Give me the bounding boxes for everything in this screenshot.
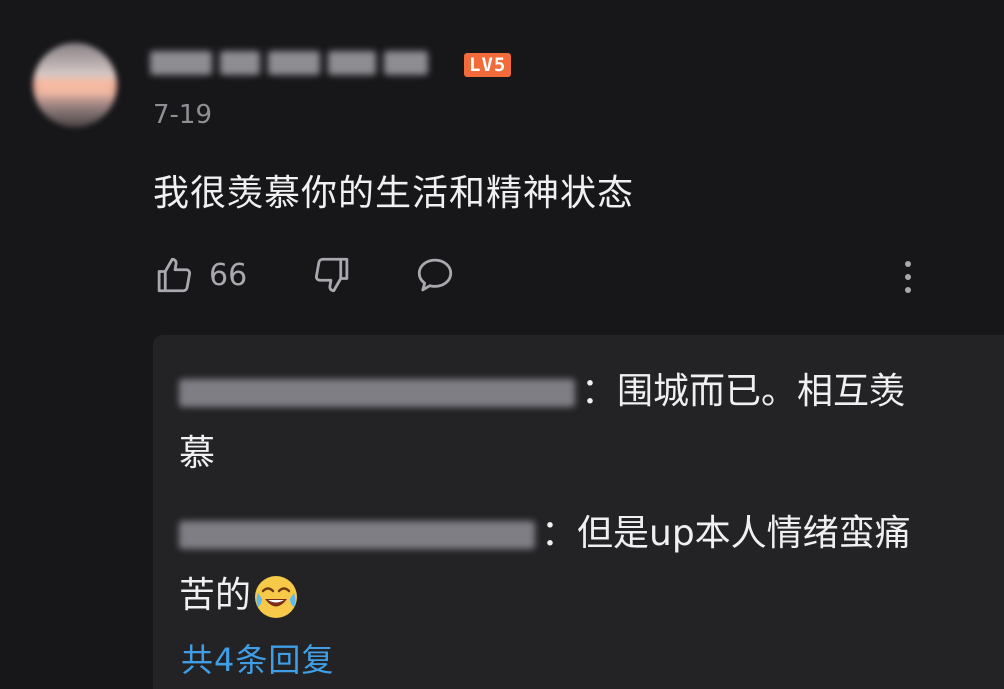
dislike-icon [311, 254, 353, 296]
more-options-button[interactable] [893, 257, 923, 297]
comment-text: 我很羡慕你的生活和精神状态 [153, 173, 635, 214]
reply-username-redacted[interactable] [179, 521, 535, 549]
reply-text-line1: ：围城而已。相互羡 [581, 371, 906, 412]
reply-item[interactable]: ：围城而已。相互羡 慕 [179, 361, 959, 485]
reply-item[interactable]: ：但是up本人情绪蛮痛 苦的 [179, 503, 959, 627]
reply-username-redacted[interactable] [179, 379, 575, 407]
reply-text-line2: 慕 [179, 433, 216, 474]
reply-text-line2: 苦的 [179, 575, 252, 616]
like-count: 66 [209, 257, 248, 293]
username-redacted[interactable] [150, 48, 440, 78]
like-button[interactable]: 66 [153, 254, 247, 296]
comment-screen: LV5 7-19 我很羡慕你的生活和精神状态 66 ：围城而已。相互羡 慕 ：但… [0, 0, 1004, 689]
more-vertical-icon [903, 259, 913, 295]
reply-icon [414, 254, 456, 296]
replies-panel: ：围城而已。相互羡 慕 ：但是up本人情绪蛮痛 苦的 共4条回复 [153, 335, 1004, 689]
reply-text-line1: ：但是up本人情绪蛮痛 [541, 513, 911, 554]
like-icon [153, 254, 195, 296]
reply-button[interactable] [414, 254, 456, 296]
dislike-button[interactable] [311, 254, 353, 296]
level-badge: LV5 [464, 53, 512, 77]
laughing-crying-emoji [253, 574, 299, 620]
avatar[interactable] [33, 43, 117, 127]
view-more-replies-link[interactable]: 共4条回复 [181, 635, 334, 681]
comment-date: 7-19 [153, 100, 213, 130]
